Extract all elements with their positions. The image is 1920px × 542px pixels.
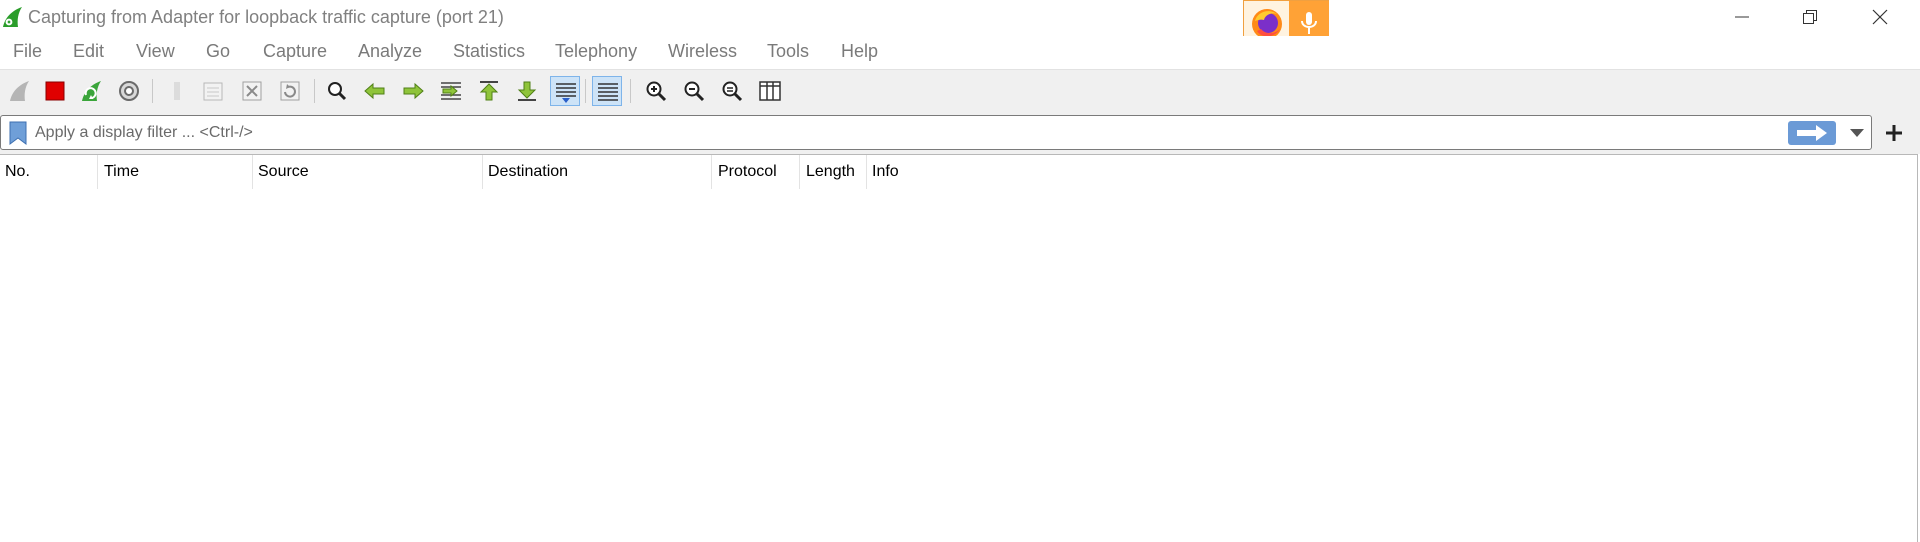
restart-capture-icon [82, 81, 101, 101]
close-icon [1872, 9, 1888, 25]
menu-edit[interactable]: Edit [73, 41, 104, 62]
restore-button[interactable] [1780, 0, 1840, 36]
stop-capture-icon [45, 81, 65, 101]
go-to-packet-button[interactable] [436, 76, 466, 106]
apply-arrow-icon [1797, 125, 1827, 141]
go-to-last-packet-button[interactable] [512, 76, 542, 106]
menu-help[interactable]: Help [841, 41, 878, 62]
stop-capture-button[interactable] [40, 76, 70, 106]
normal-size-button[interactable] [717, 76, 747, 106]
go-forward-button[interactable] [398, 76, 428, 106]
capture-options-icon [119, 81, 139, 101]
menu-file[interactable]: File [13, 41, 42, 62]
chevron-down-icon[interactable] [1849, 126, 1865, 140]
window-title: Capturing from Adapter for loopback traf… [28, 7, 504, 27]
minimize-button[interactable] [1712, 0, 1772, 36]
zoom-in-icon [646, 81, 667, 102]
restart-capture-button[interactable] [76, 76, 106, 106]
open-file-icon [174, 82, 180, 100]
find-packet-icon [328, 82, 347, 101]
menu-telephony[interactable]: Telephony [555, 41, 637, 62]
restore-icon [1803, 10, 1817, 24]
close-file-icon [242, 81, 262, 101]
go-forward-icon [403, 82, 424, 100]
packet-list[interactable]: No. Time Source Destination Protocol Len… [0, 154, 1918, 542]
wireshark-fin-icon [3, 7, 22, 27]
go-to-first-packet-icon [479, 81, 499, 101]
column-header-info[interactable]: Info [867, 155, 1917, 189]
display-filter-box [0, 115, 1872, 150]
menu-statistics[interactable]: Statistics [453, 41, 525, 62]
go-back-button[interactable] [360, 76, 390, 106]
apply-filter-button[interactable] [1788, 121, 1836, 145]
main-toolbar [0, 69, 1920, 112]
zoom-out-button[interactable] [679, 76, 709, 106]
start-capture-icon [10, 81, 29, 101]
menu-view[interactable]: View [136, 41, 175, 62]
auto-scroll-icon [556, 83, 576, 103]
open-file-button[interactable] [162, 76, 192, 106]
save-file-button[interactable] [198, 76, 228, 106]
resize-columns-icon [759, 81, 781, 101]
toolbar-separator [314, 79, 315, 103]
go-to-packet-icon [441, 82, 461, 100]
bookmark-icon[interactable] [9, 121, 27, 145]
menu-go[interactable]: Go [206, 41, 230, 62]
column-header-destination[interactable]: Destination [483, 155, 712, 189]
colorize-button[interactable] [592, 76, 622, 106]
find-packet-button[interactable] [322, 76, 352, 106]
zoom-in-button[interactable] [641, 76, 671, 106]
capture-options-button[interactable] [114, 76, 144, 106]
save-file-icon [203, 82, 223, 101]
go-to-first-packet-button[interactable] [474, 76, 504, 106]
display-filter-bar [0, 112, 1920, 154]
column-header-source[interactable]: Source [253, 155, 483, 189]
toolbar-separator [152, 79, 153, 103]
plus-icon[interactable] [1880, 118, 1908, 148]
start-capture-button[interactable] [4, 76, 34, 106]
menu-analyze[interactable]: Analyze [358, 41, 422, 62]
title-bar: Capturing from Adapter for loopback traf… [0, 0, 1920, 47]
column-header-time[interactable]: Time [99, 155, 253, 189]
display-filter-input[interactable] [35, 120, 1775, 146]
colorize-icon [598, 83, 618, 101]
reload-file-icon [280, 81, 300, 101]
normal-size-icon [722, 81, 743, 102]
toolbar-separator [585, 79, 586, 103]
go-to-last-packet-icon [517, 81, 537, 101]
close-file-button[interactable] [237, 76, 267, 106]
resize-columns-button[interactable] [755, 76, 785, 106]
auto-scroll-button[interactable] [550, 76, 580, 106]
menu-capture[interactable]: Capture [263, 41, 327, 62]
column-header-protocol[interactable]: Protocol [713, 155, 800, 189]
go-back-icon [364, 82, 385, 100]
column-header-length[interactable]: Length [801, 155, 867, 189]
menu-wireless[interactable]: Wireless [668, 41, 737, 62]
close-window-button[interactable] [1850, 0, 1910, 36]
toolbar-separator [630, 79, 631, 103]
menu-tools[interactable]: Tools [767, 41, 809, 62]
minimize-icon [1735, 16, 1749, 18]
reload-file-button[interactable] [275, 76, 305, 106]
column-header-no[interactable]: No. [0, 155, 98, 189]
menu-bar: File Edit View Go Capture Analyze Statis… [0, 36, 1920, 68]
zoom-out-icon [684, 81, 705, 102]
